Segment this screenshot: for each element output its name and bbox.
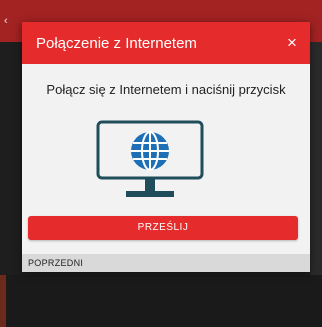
monitor-base: [126, 191, 174, 197]
monitor-stand: [145, 179, 155, 191]
globe-icon: [131, 131, 169, 171]
submit-button[interactable]: PRZEŚLIJ: [28, 216, 298, 240]
dialog-message: Połącz się z Internetem i naciśnij przyc…: [46, 82, 286, 97]
internet-connection-dialog: Połączenie z Internetem × Połącz się z I…: [22, 22, 310, 272]
app-bottom-strip: [0, 275, 322, 327]
dialog-title: Połączenie z Internetem: [36, 35, 197, 52]
dialog-footer: POPRZEDNI: [22, 254, 310, 272]
dialog-header: Połączenie z Internetem ×: [22, 22, 310, 64]
app-bottom-accent: [0, 275, 6, 327]
close-icon[interactable]: ×: [280, 31, 304, 55]
chevron-left-icon[interactable]: ‹: [4, 15, 14, 27]
monitor-globe-icon: [96, 120, 204, 197]
previous-button[interactable]: POPRZEDNI: [28, 257, 83, 269]
